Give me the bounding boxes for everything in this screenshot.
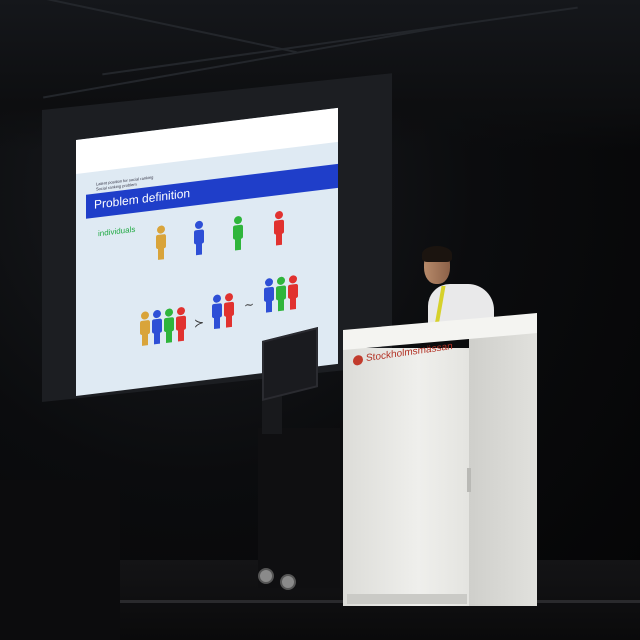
ranking-group-3 bbox=[264, 275, 298, 313]
confidence-monitor bbox=[262, 327, 318, 401]
stage-speaker-box bbox=[0, 480, 120, 640]
podium-front bbox=[343, 348, 471, 606]
podium-door-handle bbox=[467, 468, 471, 492]
ranking-group-1 bbox=[140, 307, 186, 346]
person-icon-green bbox=[233, 216, 243, 251]
podium-side bbox=[469, 332, 537, 606]
equivalence-operator: ~ bbox=[244, 297, 254, 312]
podium: Stockholmsmässan bbox=[343, 313, 537, 608]
lectern-stand bbox=[258, 428, 340, 588]
caster-wheel bbox=[258, 568, 274, 584]
person-icon-red bbox=[274, 211, 284, 246]
succeeds-operator: ≻ bbox=[194, 315, 204, 330]
presenter-hair bbox=[422, 246, 452, 262]
person-icon-blue bbox=[194, 220, 204, 256]
conference-stage-photo: Latent position for social ranking Socia… bbox=[0, 0, 640, 640]
podium-base bbox=[347, 594, 467, 604]
ranking-group-2 bbox=[212, 293, 234, 330]
caster-wheel bbox=[280, 574, 296, 590]
venue-logo-icon bbox=[353, 354, 363, 367]
person-icon-orange bbox=[156, 225, 166, 260]
